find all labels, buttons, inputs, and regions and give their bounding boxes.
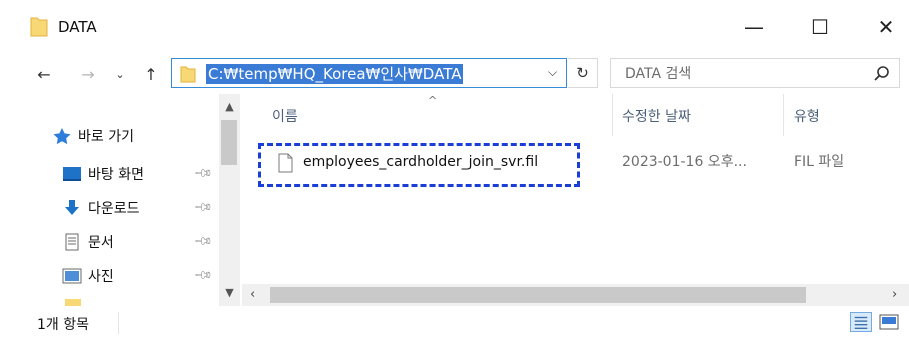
star-icon: [53, 128, 71, 145]
nav-item-label: 바탕 화면: [88, 167, 144, 183]
nav-item-label: 문서: [88, 235, 114, 251]
details-view-icon[interactable]: [850, 312, 872, 332]
desktop-icon: [63, 167, 81, 181]
file-type: FIL 파일: [794, 154, 845, 170]
file-list: ^ 이름 수정한 날짜 유형 employees_cardholder_join…: [242, 94, 909, 306]
minimize-button[interactable]: —: [727, 8, 781, 46]
documents-icon: [65, 233, 79, 251]
pin-icon: 📌︎: [193, 162, 214, 184]
scroll-right-icon[interactable]: ›: [892, 287, 897, 302]
pictures-icon: [62, 268, 82, 284]
search-icon[interactable]: [873, 65, 891, 83]
column-divider[interactable]: [612, 94, 613, 136]
refresh-button[interactable]: ↻: [568, 58, 598, 88]
status-bar: 1개 항목: [0, 306, 909, 339]
sort-ascending-icon: ^: [428, 94, 438, 107]
download-icon: [65, 200, 79, 215]
chevron-down-icon[interactable]: ⌵: [548, 65, 557, 80]
pin-icon: 📌︎: [193, 196, 214, 218]
address-toolbar: ← → ⌄ ↑ C:₩temp₩HQ_Korea₩인사₩DATA ⌵ ↻: [0, 54, 909, 94]
scrollbar-thumb[interactable]: [221, 120, 237, 165]
folder-icon: [65, 299, 81, 306]
up-button[interactable]: ↑: [139, 62, 163, 86]
back-button[interactable]: ←: [32, 62, 56, 86]
file-modified-date: 2023-01-16 오후...: [622, 154, 747, 170]
folder-icon: [30, 17, 48, 37]
file-row[interactable]: employees_cardholder_join_svr.fil: [258, 143, 580, 187]
recent-locations-button[interactable]: ⌄: [108, 62, 132, 86]
title-bar: DATA — ☐ ✕: [0, 0, 909, 54]
nav-item-quick-access[interactable]: 바로 가기: [52, 122, 134, 150]
nav-item-label: 다운로드: [88, 201, 140, 217]
status-divider: [118, 312, 119, 334]
pin-icon: 📌︎: [193, 264, 214, 286]
search-input[interactable]: [625, 63, 855, 85]
folder-icon: [180, 66, 196, 83]
address-bar[interactable]: C:₩temp₩HQ_Korea₩인사₩DATA ⌵: [171, 58, 567, 88]
nav-item-label: 바로 가기: [78, 129, 134, 145]
column-header-modified[interactable]: 수정한 날짜: [622, 106, 691, 126]
navigation-pane: 바로 가기 바탕 화면 📌︎ 다운로드 📌︎ 문서 📌︎ 사진 📌︎: [0, 94, 240, 306]
pin-icon: 📌︎: [193, 230, 214, 252]
search-box[interactable]: [610, 58, 900, 88]
nav-item-documents[interactable]: 문서: [62, 228, 114, 256]
nav-pane-scrollbar[interactable]: ▲ ▼: [219, 94, 240, 306]
file-list-horizontal-scrollbar[interactable]: ‹ ›: [242, 284, 909, 306]
scroll-up-icon[interactable]: ▲: [219, 100, 240, 116]
column-header-type[interactable]: 유형: [794, 106, 820, 126]
scroll-down-icon[interactable]: ▼: [219, 286, 240, 302]
column-header-name[interactable]: 이름: [272, 106, 298, 126]
close-button[interactable]: ✕: [859, 8, 909, 46]
file-explorer-window: DATA — ☐ ✕ ← → ⌄ ↑ C:₩temp₩HQ_Korea₩인사₩D…: [0, 0, 909, 339]
nav-item-pictures[interactable]: 사진: [62, 262, 114, 290]
item-count: 1개 항목: [37, 317, 89, 333]
nav-item-desktop[interactable]: 바탕 화면: [62, 160, 144, 188]
large-icons-view-icon[interactable]: [878, 312, 900, 332]
nav-item-downloads[interactable]: 다운로드: [62, 194, 140, 222]
maximize-button[interactable]: ☐: [793, 8, 847, 46]
file-name[interactable]: employees_cardholder_join_svr.fil: [303, 154, 538, 170]
nav-item-label: 사진: [88, 269, 114, 285]
column-divider[interactable]: [783, 94, 784, 136]
window-title: DATA: [58, 18, 97, 36]
forward-button[interactable]: →: [76, 62, 100, 86]
scroll-left-icon[interactable]: ‹: [250, 287, 255, 302]
address-path[interactable]: C:₩temp₩HQ_Korea₩인사₩DATA: [206, 64, 464, 84]
file-icon: [278, 153, 293, 173]
scrollbar-thumb[interactable]: [270, 287, 806, 303]
